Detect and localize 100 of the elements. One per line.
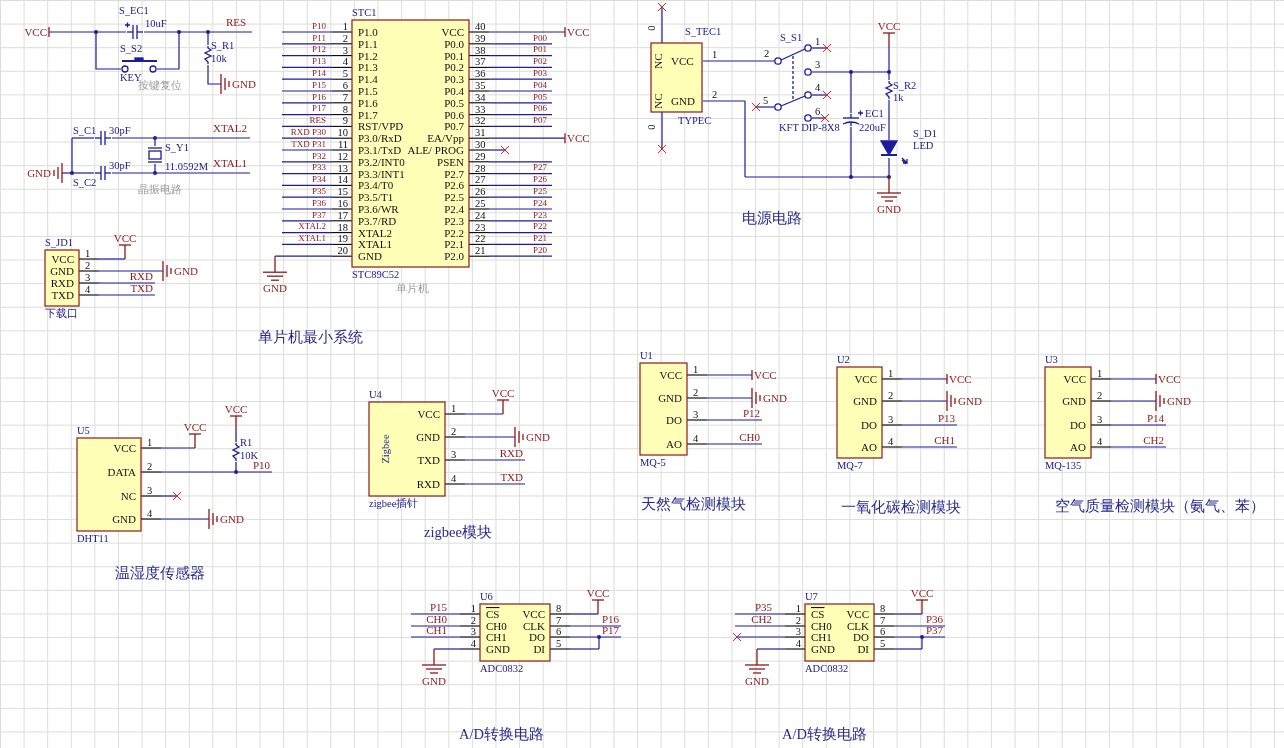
pin-number: 4 — [451, 473, 457, 484]
designator-label: U2 — [837, 354, 850, 365]
pin-name: CLK — [847, 620, 869, 632]
pin-number: 26 — [475, 186, 486, 198]
pin-number: 34 — [475, 91, 486, 103]
pin-number: 2 — [764, 48, 770, 59]
net-label: P02 — [533, 56, 547, 67]
part-label: zigbee插针 — [369, 498, 419, 509]
pin-name: CH0 — [486, 620, 507, 632]
power-port: VCC — [751, 369, 777, 381]
pin-number: 11 — [337, 139, 348, 150]
net-label: P27 — [533, 162, 547, 173]
designator-label: S_Y1 — [165, 142, 189, 153]
pin-name: TXD — [51, 289, 74, 301]
pin-number: 3 — [815, 59, 821, 70]
pin-number: 1 — [451, 403, 457, 414]
pin-number: 2 — [712, 89, 718, 100]
part-label: MQ-135 — [1045, 460, 1082, 471]
net-label: CH2 — [751, 612, 772, 625]
pin-name: GND — [853, 395, 877, 407]
pin-number: 8 — [342, 103, 348, 115]
net-label: P37 — [925, 623, 943, 636]
ground-port: GND — [27, 162, 63, 184]
net-label: P32 — [312, 150, 326, 161]
pin-number: 6 — [556, 626, 562, 637]
section-title: zigbee模块 — [424, 524, 492, 540]
pin-number: 1 — [888, 368, 894, 379]
net-label: P25 — [533, 186, 547, 196]
pin-number: 5 — [880, 638, 886, 649]
pin-number: 3 — [85, 272, 91, 283]
comment-label: 晶振电路 — [138, 184, 182, 195]
net-label: P14 — [312, 68, 326, 78]
net-label: P11 — [312, 32, 326, 43]
net-label: P05 — [533, 91, 547, 102]
value-label: 1k — [893, 92, 904, 103]
net-label: CH1 — [426, 623, 447, 636]
value-label: 11.0592M — [165, 161, 209, 172]
net-label: P35 — [754, 600, 772, 613]
pin-number: 4 — [815, 82, 821, 93]
pin-name: P2.5 — [444, 191, 464, 204]
net-label: P12 — [742, 406, 760, 419]
pin-name: VCC — [522, 608, 545, 620]
pin-number: 36 — [475, 68, 486, 80]
section-title: A/D转换电路 — [459, 726, 544, 742]
pin-number: 2 — [342, 32, 348, 44]
part-label: 下载口 — [45, 308, 78, 319]
net-label: TXD — [130, 281, 153, 294]
pin-number: 7 — [880, 615, 886, 626]
pin-name: CLK — [523, 620, 545, 632]
pin-number: 1 — [795, 603, 801, 614]
value-label: 10K — [240, 450, 259, 461]
pin-number: 4 — [1097, 436, 1103, 447]
net-label: P00 — [533, 32, 547, 43]
pin-name: DO — [529, 631, 545, 643]
pin-number: 3 — [795, 626, 801, 637]
pin-number: 32 — [475, 115, 486, 127]
part-label: ADC0832 — [480, 663, 524, 674]
section-title: 电源电路 — [742, 210, 802, 226]
pin-number: 39 — [475, 32, 486, 44]
pin-number: 22 — [475, 233, 486, 245]
section-title: A/D转换电路 — [782, 726, 867, 742]
net-label: P35 — [312, 186, 326, 196]
pin-name: P0.0 — [444, 37, 464, 50]
pin-name: GND — [1062, 395, 1086, 407]
pin-number: 5 — [342, 68, 348, 80]
designator-label: S_TEC1 — [685, 26, 722, 37]
net-label: P22 — [533, 221, 547, 232]
designator-label: S_S1 — [780, 32, 803, 43]
ground-port: GND — [208, 508, 244, 530]
value-label: KFT DIP-8X8 — [779, 122, 840, 133]
net-label: P04 — [533, 79, 547, 90]
net-label: P15 — [312, 79, 326, 90]
pin-name: VCC — [441, 26, 464, 38]
designator-label: S_C2 — [73, 177, 97, 188]
power-port: VCC — [1155, 373, 1181, 385]
pin-number: 15 — [337, 186, 348, 198]
pin-name: P0.1 — [444, 49, 464, 62]
net-label: P01 — [533, 44, 547, 55]
pin-number: 2 — [693, 387, 699, 398]
pin-number: 3 — [451, 449, 457, 460]
designator-label: S_EC1 — [119, 5, 149, 16]
pin-number: 2 — [888, 390, 894, 401]
net-label: XTAL1 — [298, 233, 326, 244]
pin-name: P3.0/RxD — [358, 132, 402, 145]
pin-number: 9 — [342, 115, 348, 127]
pin-name: DO — [666, 414, 682, 426]
pin-name: XTAL1 — [358, 238, 392, 251]
pin-name: GND — [658, 392, 682, 404]
pin-name: TXD — [417, 454, 440, 466]
pin-number: 31 — [475, 127, 486, 139]
pin-name: P3.7/RD — [358, 214, 397, 227]
pin-number: 6 — [342, 80, 348, 91]
pin-number: 23 — [475, 221, 486, 233]
value-label: 30pF — [109, 160, 131, 171]
body-label: Zigbee — [380, 434, 391, 464]
designator-label: S_S2 — [120, 43, 143, 54]
pin-name: P3.5/T1 — [358, 191, 394, 204]
pin-number: 1 — [712, 49, 718, 60]
designator-label: S_C1 — [73, 125, 97, 136]
net-label: P36 — [925, 612, 943, 625]
